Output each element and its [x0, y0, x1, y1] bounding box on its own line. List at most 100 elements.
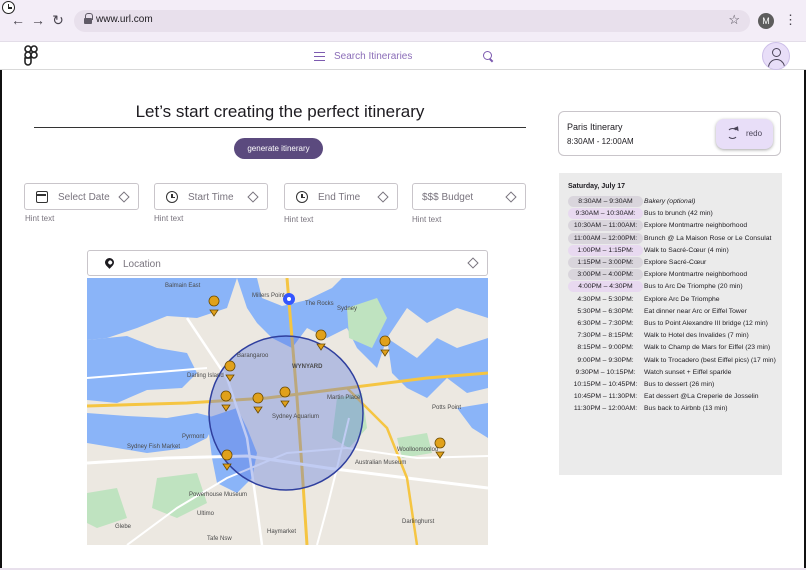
hamburger-menu-icon[interactable]	[314, 52, 325, 61]
refresh-icon	[727, 128, 738, 139]
map-label-tafe-nsw: Tafe Nsw	[207, 536, 232, 542]
itinerary-name: Paris Itinerary	[567, 122, 623, 132]
user-avatar[interactable]	[762, 42, 790, 70]
schedule-row[interactable]: 10:45PM – 11:30PM: Eat dessert @La Creper…	[568, 391, 782, 402]
map-label-woolloomooloo: Woolloomooloo	[397, 447, 439, 453]
start-time-label: Start Time	[188, 192, 234, 203]
redo-label: redo	[746, 129, 763, 138]
budget-field[interactable]: $$$ Budget	[412, 183, 526, 210]
clear-diamond-icon[interactable]	[377, 191, 389, 203]
schedule-time: 6:30PM – 7:30PM:	[577, 320, 634, 327]
schedule-time: 10:30AM – 11:00AM:	[568, 220, 643, 232]
schedule-row[interactable]: 4:00PM – 4:30PM Bus to Arc De Triomphe (2…	[568, 281, 782, 293]
schedule-row[interactable]: 1:15PM – 3:00PM: Explore Sacré-Cœur	[568, 257, 782, 268]
reload-icon[interactable]: ↻	[50, 12, 66, 28]
schedule-activity: Explore Montmartre neighborhood	[644, 271, 748, 279]
bookmark-star-icon[interactable]: ☆	[728, 12, 740, 28]
map-label-darlinghurst: Darlinghurst	[402, 519, 435, 525]
figma-logo-icon	[24, 45, 38, 66]
redo-button[interactable]: redo	[716, 119, 773, 149]
end-time-field[interactable]: End Time	[284, 183, 398, 210]
map-view[interactable]: Balmain East Millers Point The Rocks Bar…	[87, 278, 488, 545]
schedule-panel: Saturday, July 17 8:30AM – 9:30AM Bakery …	[559, 173, 782, 475]
schedule-time: 7:30PM – 8:15PM:	[577, 332, 634, 340]
schedule-row[interactable]: 9:30PM – 10:15PM: Watch sunset + Eiffel s…	[568, 367, 782, 378]
search-input[interactable]: Search Itineraries	[334, 51, 412, 62]
clear-diamond-icon[interactable]	[118, 191, 130, 203]
budget-label: $$$ Budget	[422, 192, 474, 203]
schedule-row[interactable]: 7:30PM – 8:15PM: Walk to Hotel des Invali…	[568, 330, 782, 341]
map-label-martin-place: Martin Place	[327, 395, 361, 401]
end-time-hint: Hint text	[284, 215, 314, 224]
schedule-row[interactable]: 8:15PM – 9:00PM: Walk to Champ de Mars fo…	[568, 342, 782, 353]
user-icon-head	[772, 48, 781, 57]
map-canvas[interactable]: Balmain East Millers Point The Rocks Bar…	[87, 278, 488, 545]
schedule-row[interactable]: 10:15PM – 10:45PM: Bus to dessert (26 min…	[568, 379, 782, 390]
schedule-time: 1:00PM – 1:15PM:	[568, 244, 643, 256]
schedule-time: 1:15PM – 3:00PM:	[568, 257, 643, 268]
schedule-time: 9:30PM – 10:15PM:	[575, 368, 636, 376]
schedule-time: 4:30PM – 5:30PM:	[577, 295, 634, 303]
schedule-time: 9:30AM – 10:30AM:	[568, 208, 643, 220]
itinerary-card[interactable]: Paris Itinerary 8:30AM - 12:00AM redo	[558, 111, 781, 156]
map-label-wynyard: WYNYARD	[292, 364, 323, 370]
start-time-field[interactable]: Start Time	[154, 183, 268, 210]
forward-icon[interactable]: →	[30, 12, 46, 28]
app-header: Search Itineraries	[0, 42, 806, 70]
map-label-balmain-east: Balmain East	[165, 283, 201, 289]
clear-diamond-icon[interactable]	[467, 257, 479, 269]
map-label-australian-museum: Australian Museum	[355, 460, 406, 466]
schedule-activity: Eat dinner near Arc or Eiffel Tower	[644, 307, 747, 315]
lock-icon	[84, 13, 93, 25]
generate-itinerary-button[interactable]: generate itinerary	[234, 138, 323, 159]
clock-icon	[166, 191, 178, 203]
schedule-activity: Walk to Champ de Mars for Eiffel (23 min…	[644, 344, 771, 352]
schedule-row[interactable]: 3:00PM – 4:00PM: Explore Montmartre neigh…	[568, 269, 782, 281]
schedule-row[interactable]: 9:30AM – 10:30AM: Bus to brunch (42 min)	[568, 208, 782, 220]
back-icon[interactable]: ←	[10, 12, 26, 28]
schedule-time: 10:45PM – 11:30PM:	[573, 393, 638, 401]
schedule-time: 11:00AM – 12:00PM:	[568, 232, 643, 244]
select-date-field[interactable]: Select Date	[24, 183, 139, 210]
schedule-time: 4:00PM – 4:30PM	[568, 281, 643, 293]
calendar-icon	[36, 191, 48, 203]
schedule-activity: Watch sunset + Eiffel sparkle	[644, 368, 732, 376]
select-date-hint: Hint text	[25, 214, 55, 223]
more-options-icon[interactable]: ⋮	[784, 11, 797, 29]
map-label-ultimo: Ultimo	[197, 511, 215, 517]
address-bar[interactable]: www.url.com ☆	[74, 10, 750, 32]
schedule-activity: Explore Arc De Triomphe	[644, 295, 720, 303]
schedule-activity: Walk to Trocadero (best Eiffel pics) (17…	[644, 356, 776, 364]
schedule-row[interactable]: 11:30PM – 12:00AM: Bus back to Airbnb (13…	[568, 403, 782, 414]
clear-diamond-icon[interactable]	[247, 191, 259, 203]
schedule-activity: Explore Montmartre neighborhood	[644, 222, 748, 230]
schedule-row[interactable]: 10:30AM – 11:00AM: Explore Montmartre nei…	[568, 220, 782, 232]
end-time-label: End Time	[318, 192, 361, 203]
map-label-haymarket: Haymarket	[267, 529, 296, 535]
schedule-activity: Bus to Point Alexandre III bridge (12 mi…	[644, 320, 768, 327]
budget-hint: Hint text	[412, 215, 442, 224]
schedule-row[interactable]: 9:00PM – 9:30PM: Walk to Trocadero (best …	[568, 355, 782, 366]
schedule-row[interactable]: 4:30PM – 5:30PM: Explore Arc De Triomphe	[568, 294, 782, 305]
browser-profile-avatar[interactable]: M	[758, 13, 774, 29]
schedule-activity: Bakery (optional)	[644, 198, 696, 205]
schedule-activity: Walk to Hotel des Invalides (7 min)	[644, 332, 749, 340]
map-label-powerhouse-museum: Powerhouse Museum	[189, 492, 247, 498]
search-icon[interactable]	[483, 51, 492, 60]
schedule-row[interactable]: 6:30PM – 7:30PM: Bus to Point Alexandre I…	[568, 318, 782, 329]
schedule-row[interactable]: 11:00AM – 12:00PM: Brunch @ La Maison Ros…	[568, 232, 782, 244]
location-field[interactable]: Location	[87, 250, 488, 276]
schedule-time: 10:15PM – 10:45PM:	[573, 381, 638, 388]
window-border-left	[0, 42, 2, 570]
itinerary-time: 8:30AM - 12:00AM	[567, 137, 634, 146]
schedule-row[interactable]: 8:30AM – 9:30AM Bakery (optional)	[568, 196, 782, 207]
clear-diamond-icon[interactable]	[505, 191, 517, 203]
schedule-row[interactable]: 1:00PM – 1:15PM: Walk to Sacré-Cœur (4 mi…	[568, 244, 782, 256]
title-underline	[34, 127, 526, 128]
schedule-date: Saturday, July 17	[568, 183, 626, 190]
map-label-sydney-aquarium: Sydney Aquarium	[272, 414, 319, 420]
schedule-row[interactable]: 5:30PM – 6:30PM: Eat dinner near Arc or E…	[568, 306, 782, 317]
url-text[interactable]: www.url.com	[96, 14, 153, 25]
schedule-activity: Brunch @ La Maison Rose or Le Consulat	[644, 234, 772, 242]
schedule-activity: Explore Sacré-Cœur	[644, 259, 707, 266]
